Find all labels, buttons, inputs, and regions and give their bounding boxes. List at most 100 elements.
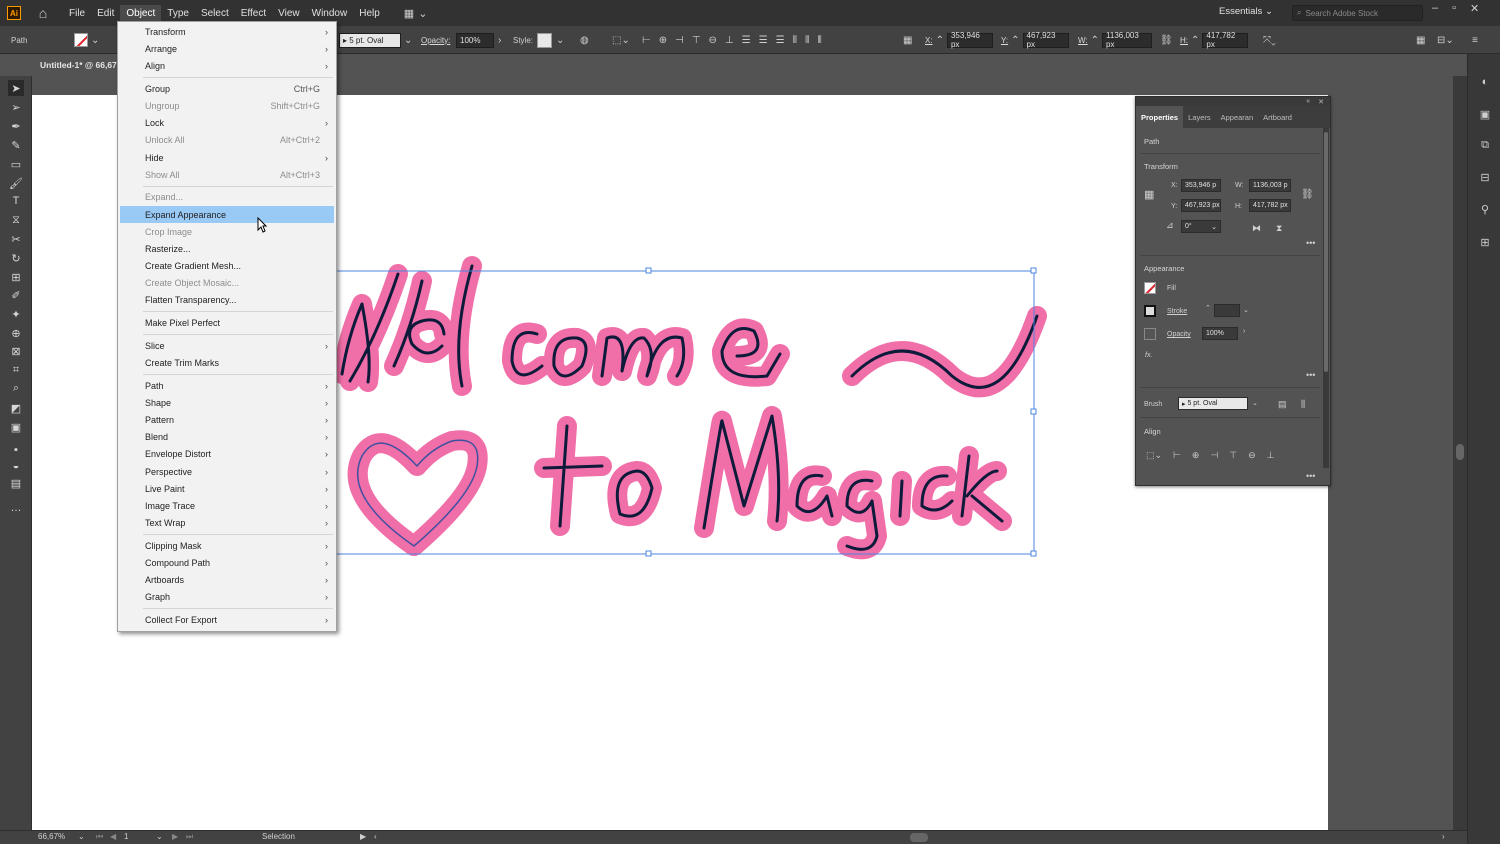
zoom-tool-icon[interactable]: ⌕ xyxy=(8,380,24,396)
align-right-icon[interactable]: ⊣ xyxy=(1210,450,1218,461)
rectangle-tool-icon[interactable]: ▭ xyxy=(8,156,24,172)
align-vcenter-icon[interactable]: ⊖ xyxy=(1248,450,1256,461)
paintbrush-tool-icon[interactable]: 🖌 xyxy=(8,175,24,191)
menu-type[interactable]: Type xyxy=(161,5,195,22)
color-mode-icon[interactable]: ▪ xyxy=(8,442,24,458)
distribute-hcenter-icon[interactable]: ⦀ xyxy=(805,35,809,46)
w-field[interactable]: W: ⌃ 1136,003 px xyxy=(1078,26,1153,54)
h-field[interactable]: H: ⌃ 417,782 px xyxy=(1180,26,1249,54)
reflect-tool-icon[interactable]: ⧖ xyxy=(8,212,24,228)
horizontal-scroll-thumb[interactable] xyxy=(910,833,928,842)
menu-item-lock[interactable]: Lock › xyxy=(120,114,334,131)
menu-item-make-pixel-perfect[interactable]: Make Pixel Perfect xyxy=(120,314,334,331)
menu-item-hide[interactable]: Hide › xyxy=(120,149,334,166)
opacity-input[interactable]: 100% xyxy=(1202,327,1238,340)
more-tools-icon[interactable]: … xyxy=(8,500,24,516)
menu-item-artboards[interactable]: Artboards › xyxy=(120,571,334,588)
menu-item-group[interactable]: Group Ctrl+G xyxy=(120,80,334,97)
home-icon[interactable]: ⌂ xyxy=(35,5,51,21)
fill-stroke-icon[interactable]: ▣ xyxy=(8,419,24,435)
vertical-scrollbar[interactable] xyxy=(1453,76,1467,830)
menu-item-pattern[interactable]: Pattern › xyxy=(120,411,334,428)
panel-scrollbar[interactable] xyxy=(1323,128,1329,468)
align-hcenter-icon[interactable]: ⊕ xyxy=(1192,450,1200,461)
menu-item-text-wrap[interactable]: Text Wrap › xyxy=(120,514,334,531)
collapse-panel-icon[interactable]: « xyxy=(1306,98,1310,105)
document-tab[interactable]: Untitled-1* @ 66,67 xyxy=(32,55,118,75)
next-artboard-icon[interactable]: ▶ xyxy=(172,832,178,841)
default-colors-icon[interactable]: ◩ xyxy=(8,400,24,416)
opacity-input[interactable]: 100% › xyxy=(456,26,501,54)
artboard-tool-icon[interactable]: ⌗ xyxy=(8,362,24,378)
transparency-panel-icon[interactable]: ⧉ xyxy=(1477,137,1493,153)
more-options-icon[interactable]: ••• xyxy=(1306,471,1315,481)
align-hcenter-icon[interactable]: ⊕ xyxy=(659,35,667,46)
opacity-label[interactable]: Opacity: xyxy=(421,26,450,54)
menu-item-graph[interactable]: Graph › xyxy=(120,588,334,605)
color-panel-icon[interactable]: ◐ xyxy=(1477,74,1493,90)
align-bottom-icon[interactable]: ⊥ xyxy=(1267,450,1275,461)
constrain-proportions-icon[interactable]: ⛓ xyxy=(1160,26,1173,54)
tab-properties[interactable]: Properties xyxy=(1136,106,1184,128)
align-vcenter-icon[interactable]: ⊖ xyxy=(709,35,717,46)
menu-item-perspective[interactable]: Perspective › xyxy=(120,463,334,480)
status-arrow-icon[interactable]: ▶ xyxy=(360,832,366,841)
more-options-icon[interactable]: ••• xyxy=(1306,370,1315,380)
minimize-icon[interactable]: – xyxy=(1432,2,1438,15)
menu-item-envelope-distort[interactable]: Envelope Distort › xyxy=(120,445,334,462)
rotate-input[interactable]: 0° ⌄ xyxy=(1181,220,1221,233)
scroll-thumb[interactable] xyxy=(1456,444,1464,460)
align-left-icon[interactable]: ⊢ xyxy=(1173,450,1181,461)
menu-edit[interactable]: Edit xyxy=(91,5,120,22)
menu-effect[interactable]: Effect xyxy=(235,5,272,22)
scroll-right-icon[interactable]: › xyxy=(1442,832,1445,841)
fill-swatch[interactable]: ⌄ xyxy=(74,26,99,54)
distribute-right-icon[interactable]: ⦀ xyxy=(817,35,821,46)
brush-dropdown[interactable]: ▸ 5 pt. Oval xyxy=(1178,397,1248,410)
reference-point-icon[interactable]: ▦ xyxy=(1144,188,1154,201)
gradient-panel-icon[interactable]: ▣ xyxy=(1477,106,1493,122)
zoom-level[interactable]: 66,67% xyxy=(38,832,65,841)
opacity-arrow-icon[interactable]: › xyxy=(1243,328,1245,335)
rotate-tool-icon[interactable]: ↻ xyxy=(8,250,24,266)
align-right-icon[interactable]: ⊣ xyxy=(675,35,684,46)
align-left-icon[interactable]: ⊢ xyxy=(642,35,651,46)
menu-file[interactable]: File xyxy=(63,5,91,22)
x-input[interactable]: 353,946 p xyxy=(1181,179,1221,192)
menu-item-shape[interactable]: Shape › xyxy=(120,394,334,411)
pen-tool-icon[interactable]: ✒ xyxy=(8,118,24,134)
close-icon[interactable]: ✕ xyxy=(1470,2,1479,15)
puppet-panel-icon[interactable]: ⚲ xyxy=(1477,201,1493,217)
arrange-panels-icon[interactable]: ▦ xyxy=(1416,26,1425,54)
distribute-vcenter-icon[interactable]: ☰ xyxy=(759,35,768,46)
prev-artboard-icon[interactable]: ◀ xyxy=(110,832,116,841)
menu-item-live-paint[interactable]: Live Paint › xyxy=(120,480,334,497)
menu-item-clipping-mask[interactable]: Clipping Mask › xyxy=(120,537,334,554)
distribute-top-icon[interactable]: ☰ xyxy=(742,35,751,46)
menu-item-path[interactable]: Path › xyxy=(120,377,334,394)
selection-tool-icon[interactable]: ➤ xyxy=(8,80,24,96)
reference-point-icon[interactable]: ▦ xyxy=(903,26,912,54)
close-panel-icon[interactable]: ✕ xyxy=(1318,98,1324,106)
h-input[interactable]: 417,782 px xyxy=(1249,199,1291,212)
align-to-icon[interactable]: ⬚⌄ xyxy=(612,26,630,54)
tab-artboard[interactable]: Artboard xyxy=(1258,113,1297,122)
menu-item-compound-path[interactable]: Compound Path › xyxy=(120,554,334,571)
flip-horizontal-icon[interactable]: ⧓ xyxy=(1252,223,1261,234)
y-field[interactable]: Y: ⌃ 467,923 px xyxy=(1001,26,1069,54)
brush-dropdown-icon[interactable]: ⌄ xyxy=(1252,399,1258,407)
stroke-swatch[interactable] xyxy=(1144,305,1156,317)
align-top-icon[interactable]: ⊤ xyxy=(692,35,701,46)
first-artboard-icon[interactable]: ⏮ xyxy=(96,832,103,842)
screen-mode-icon[interactable]: ▤ xyxy=(8,475,24,491)
brush-dropdown[interactable]: ▸ 5 pt. Oval ⌄ xyxy=(339,26,412,54)
menu-item-create-trim-marks[interactable]: Create Trim Marks xyxy=(120,354,334,371)
shape-builder-tool-icon[interactable]: ⊕ xyxy=(8,325,24,341)
draw-mode-icon[interactable]: ◒ xyxy=(8,458,24,474)
menu-item-flatten-transparency[interactable]: Flatten Transparency... xyxy=(120,291,334,308)
y-input[interactable]: 467,923 px xyxy=(1181,199,1221,212)
tab-layers[interactable]: Layers xyxy=(1183,113,1216,122)
more-options-icon[interactable]: ••• xyxy=(1306,238,1315,248)
fx-icon[interactable]: fx. xyxy=(1145,352,1152,359)
menu-item-rasterize[interactable]: Rasterize... xyxy=(120,240,334,257)
